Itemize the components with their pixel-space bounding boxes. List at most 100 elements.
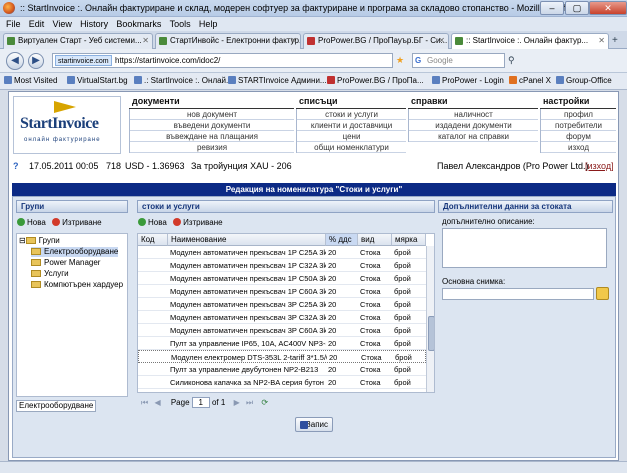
tab-startinvoice-active[interactable]: :: StartInvoice :. Онлайн фактур... ✕	[451, 33, 609, 50]
tree-node-services[interactable]: Услуги	[31, 269, 69, 279]
tree-node-hardware[interactable]: Компютърен хардуер	[31, 280, 123, 290]
menu-logout[interactable]: изход	[541, 142, 616, 153]
refresh-icon[interactable]: ⟳	[261, 398, 268, 407]
menu-entered-documents[interactable]: въведени документи	[130, 120, 294, 131]
next-page-icon[interactable]: ▶	[234, 398, 240, 407]
menu-new-document[interactable]: нов документ	[130, 109, 294, 120]
table-row[interactable]: Пулт за управление IP65, 10A, AC400V NP3…	[138, 337, 426, 350]
close-tab-icon[interactable]: ✕	[290, 34, 297, 48]
bookmark-startinvoice[interactable]: .: StartInvoice :. Онлай...	[134, 76, 233, 85]
menu-revision[interactable]: ревизия	[130, 142, 294, 153]
menu-head-lists: списъци	[296, 96, 406, 109]
bookmark-startinvoice-admin[interactable]: STARTInvoice Админи...	[228, 76, 327, 85]
menu-report-catalog[interactable]: каталог на справки	[409, 131, 538, 142]
column-unit[interactable]: мярка	[392, 234, 426, 246]
tab-startinvoice-bg[interactable]: СтартИнвойс - Електронни фактур... ✕	[155, 33, 301, 49]
cell-vat: 20	[328, 313, 337, 322]
bookmark-propower-login[interactable]: ProPower - Login	[432, 76, 504, 85]
column-code[interactable]: Код	[138, 234, 168, 246]
table-row[interactable]: Силиконова капачка за NP2-BA серия бутон…	[138, 376, 426, 389]
navigation-toolbar: ◀ ▶ startinvoice.com https://startinvoic…	[0, 49, 627, 73]
browse-folder-icon[interactable]	[596, 287, 609, 300]
startinvoice-logo[interactable]: StartInvoice онлайн фактуриране	[13, 96, 121, 154]
table-row[interactable]: Модулен електромер DTS-353L 2-tariff 3*1…	[138, 350, 426, 363]
bookmark-most-visited[interactable]: Most Visited	[4, 76, 57, 85]
menu-help[interactable]: Help	[199, 17, 218, 31]
tab-virtualstart[interactable]: Виртуален Старт - Уеб системи... ✕	[3, 33, 153, 49]
page-number-input[interactable]: 1	[191, 397, 210, 409]
info-line: ? 17.05.2011 00:05 718 USD - 1.36963 За …	[9, 159, 618, 173]
forward-button[interactable]: ▶	[28, 53, 44, 69]
bookmark-icon	[432, 76, 440, 84]
scrollbar-thumb[interactable]	[428, 316, 434, 351]
address-bar[interactable]: startinvoice.com https://startinvoice.co…	[52, 53, 393, 68]
description-textarea[interactable]	[442, 228, 607, 268]
menu-users[interactable]: потребители	[541, 120, 616, 131]
menu-clients-suppliers[interactable]: клиенти и доставчици	[297, 120, 406, 131]
table-row[interactable]: Модулен автоматичен прекъсвач 1P C50A 3k…	[138, 272, 426, 285]
delete-group-button[interactable]: Изтриване	[52, 218, 102, 227]
menu-edit[interactable]: Edit	[29, 17, 45, 31]
column-type[interactable]: вид	[358, 234, 392, 246]
close-tab-icon[interactable]: ✕	[142, 34, 149, 48]
close-tab-icon[interactable]: ✕	[438, 34, 445, 48]
tree-node-electrical[interactable]: Електрооборудване	[31, 247, 119, 257]
table-row[interactable]: Модулен автоматичен прекъсвач 3P C60A 3k…	[138, 324, 426, 337]
logout-link[interactable]: [изход]	[585, 159, 614, 173]
column-vat[interactable]: % ддс	[326, 234, 358, 246]
menu-tools[interactable]: Tools	[170, 17, 191, 31]
menu-file[interactable]: File	[6, 17, 21, 31]
menu-prices[interactable]: цени	[297, 131, 406, 142]
table-row[interactable]: Модулен автоматичен прекъсвач 1P C32A 3k…	[138, 259, 426, 272]
goods-grid: Код Наименование % ддс вид мярка Модулен…	[137, 233, 435, 393]
column-name[interactable]: Наименование	[168, 234, 326, 246]
close-window-button[interactable]: ✕	[589, 1, 627, 15]
table-row[interactable]: Пулт за управление двубутонен NP2-B213 20…	[138, 363, 426, 376]
new-item-button[interactable]: Нова	[138, 218, 167, 227]
minimize-button[interactable]: –	[540, 1, 564, 15]
expand-icon[interactable]: ⊟	[19, 236, 26, 245]
bookmark-group-office[interactable]: Group-Office	[556, 76, 612, 85]
back-button[interactable]: ◀	[6, 52, 24, 70]
search-input[interactable]: G Google	[412, 53, 505, 68]
menu-general-nomenclatures[interactable]: общи номенклатури	[297, 142, 406, 153]
menu-profile[interactable]: профил	[541, 109, 616, 120]
bookmark-propower[interactable]: ProPower.BG / ПроПа...	[327, 76, 424, 85]
menu-stock[interactable]: наличност	[409, 109, 538, 120]
tree-root-groups[interactable]: ⊟ Групи	[19, 236, 60, 246]
first-page-icon[interactable]: ⏮	[141, 398, 148, 407]
menu-bookmarks[interactable]: Bookmarks	[116, 17, 161, 31]
image-path-field[interactable]	[442, 288, 594, 300]
help-icon[interactable]: ?	[13, 159, 19, 173]
last-page-icon[interactable]: ⏭	[246, 398, 253, 407]
new-group-button[interactable]: Нова	[17, 218, 46, 227]
bookmark-cpanel[interactable]: cPanel X	[509, 76, 551, 85]
maximize-button[interactable]: ▢	[565, 1, 589, 15]
table-row[interactable]: Модулен автоматичен прекъсвач 3P C32A 3k…	[138, 311, 426, 324]
tree-node-power-manager[interactable]: Power Manager	[31, 258, 100, 268]
new-tab-button[interactable]: +	[612, 35, 618, 46]
menu-view[interactable]: View	[53, 17, 72, 31]
cell-type: Стока	[360, 300, 381, 309]
menu-issued-documents[interactable]: издадени документи	[409, 120, 538, 131]
prev-page-icon[interactable]: ◀	[154, 398, 160, 407]
tab-propower[interactable]: ProPower.BG / ПроПауър.БГ - Си... ✕	[303, 33, 449, 49]
menu-goods-services[interactable]: стоки и услуги	[297, 109, 406, 120]
bookmark-star-icon[interactable]: ★	[396, 55, 404, 66]
cell-type: Стока	[360, 261, 381, 270]
menu-history[interactable]: History	[80, 17, 108, 31]
window-titlebar: :: StartInvoice :. Онлайн фактуриране и …	[0, 0, 627, 17]
table-row[interactable]: Модулен автоматичен прекъсвач 1P C25A 3k…	[138, 246, 426, 259]
grid-vertical-scrollbar[interactable]	[426, 246, 434, 392]
site-identity-badge[interactable]: startinvoice.com	[55, 55, 112, 66]
delete-item-button[interactable]: Изтриване	[173, 218, 223, 227]
search-magnifier-icon[interactable]: ⚲	[508, 55, 515, 66]
bookmark-virtualstart[interactable]: VirtualStart.bg	[67, 76, 128, 85]
menu-forum[interactable]: форум	[541, 131, 616, 142]
group-name-field[interactable]: Електрооборудване	[16, 400, 96, 412]
table-row[interactable]: Модулен автоматичен прекъсвач 1P C60A 3k…	[138, 285, 426, 298]
table-row[interactable]: Модулен автоматичен прекъсвач 3P C25A 3k…	[138, 298, 426, 311]
menu-enter-payments[interactable]: въвеждане на плащания	[130, 131, 294, 142]
save-button[interactable]: Запис	[295, 417, 333, 432]
close-tab-icon[interactable]: ✕	[598, 34, 605, 48]
